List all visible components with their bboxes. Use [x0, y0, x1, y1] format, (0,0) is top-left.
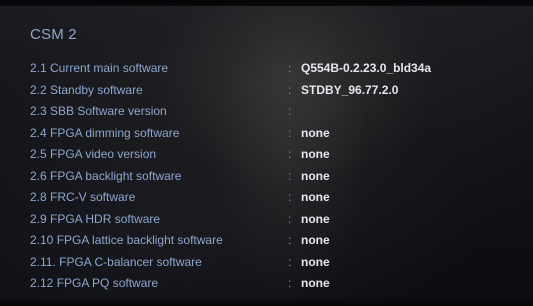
row-label: 2.11. FPGA C-balancer software	[30, 254, 202, 269]
row-label: 2.3 SBB Software version	[30, 104, 167, 118]
row-separator: :	[288, 125, 292, 140]
menu-row-fpga-pq-software[interactable]: 2.12 FPGA PQ software : none	[30, 273, 510, 295]
menu-row-fpga-dimming-software[interactable]: 2.4 FPGA dimming software : none	[30, 123, 510, 145]
row-separator: :	[288, 147, 292, 161]
row-value: none	[301, 147, 330, 161]
menu-row-frc-v-software[interactable]: 2.8 FRC-V software : none	[30, 187, 510, 209]
tv-service-menu-screen: CSM 2 2.1 Current main software : Q554B-…	[0, 0, 533, 306]
menu-row-fpga-video-version[interactable]: 2.5 FPGA video version : none	[30, 144, 510, 166]
row-separator: :	[288, 82, 292, 97]
menu-list: 2.1 Current main software : Q554B-0.2.23…	[30, 58, 510, 295]
row-separator: :	[288, 104, 292, 118]
row-label: 2.5 FPGA video version	[30, 147, 157, 161]
row-separator: :	[288, 211, 292, 226]
row-value: none	[301, 233, 330, 247]
row-label: 2.6 FPGA backlight software	[30, 168, 182, 183]
row-label: 2.12 FPGA PQ software	[30, 276, 159, 290]
row-value: STDBY_96.77.2.0	[301, 82, 399, 97]
row-separator: :	[288, 276, 292, 290]
bezel-top	[0, 0, 533, 6]
row-value: none	[301, 168, 330, 183]
menu-row-fpga-hdr-software[interactable]: 2.9 FPGA HDR software : none	[30, 209, 510, 231]
menu-row-current-main-software[interactable]: 2.1 Current main software : Q554B-0.2.23…	[30, 58, 510, 80]
row-label: 2.8 FRC-V software	[30, 190, 136, 204]
row-value: none	[301, 125, 330, 140]
bezel-bottom	[0, 298, 533, 306]
row-label: 2.9 FPGA HDR software	[30, 211, 161, 226]
menu-row-fpga-c-balancer-software[interactable]: 2.11. FPGA C-balancer software : none	[30, 252, 510, 274]
row-separator: :	[288, 254, 292, 269]
menu-row-fpga-backlight-software[interactable]: 2.6 FPGA backlight software : none	[30, 166, 510, 188]
row-label: 2.1 Current main software	[30, 61, 169, 75]
row-separator: :	[288, 190, 292, 204]
row-separator: :	[288, 61, 292, 75]
row-value: none	[301, 211, 330, 226]
menu-row-standby-software[interactable]: 2.2 Standby software : STDBY_96.77.2.0	[30, 80, 510, 102]
menu-title: CSM 2	[30, 26, 77, 43]
menu-row-fpga-lattice-backlight-software[interactable]: 2.10 FPGA lattice backlight software : n…	[30, 230, 510, 252]
row-label: 2.10 FPGA lattice backlight software	[30, 233, 223, 247]
row-value: Q554B-0.2.23.0_bld34a	[301, 61, 432, 75]
menu-row-sbb-software-version[interactable]: 2.3 SBB Software version :	[30, 101, 510, 123]
row-value: none	[301, 254, 330, 269]
row-value: none	[301, 276, 330, 290]
row-label: 2.4 FPGA dimming software	[30, 125, 180, 140]
row-separator: :	[288, 168, 292, 183]
row-value: none	[301, 190, 330, 204]
row-separator: :	[288, 233, 292, 247]
row-label: 2.2 Standby software	[30, 82, 143, 97]
